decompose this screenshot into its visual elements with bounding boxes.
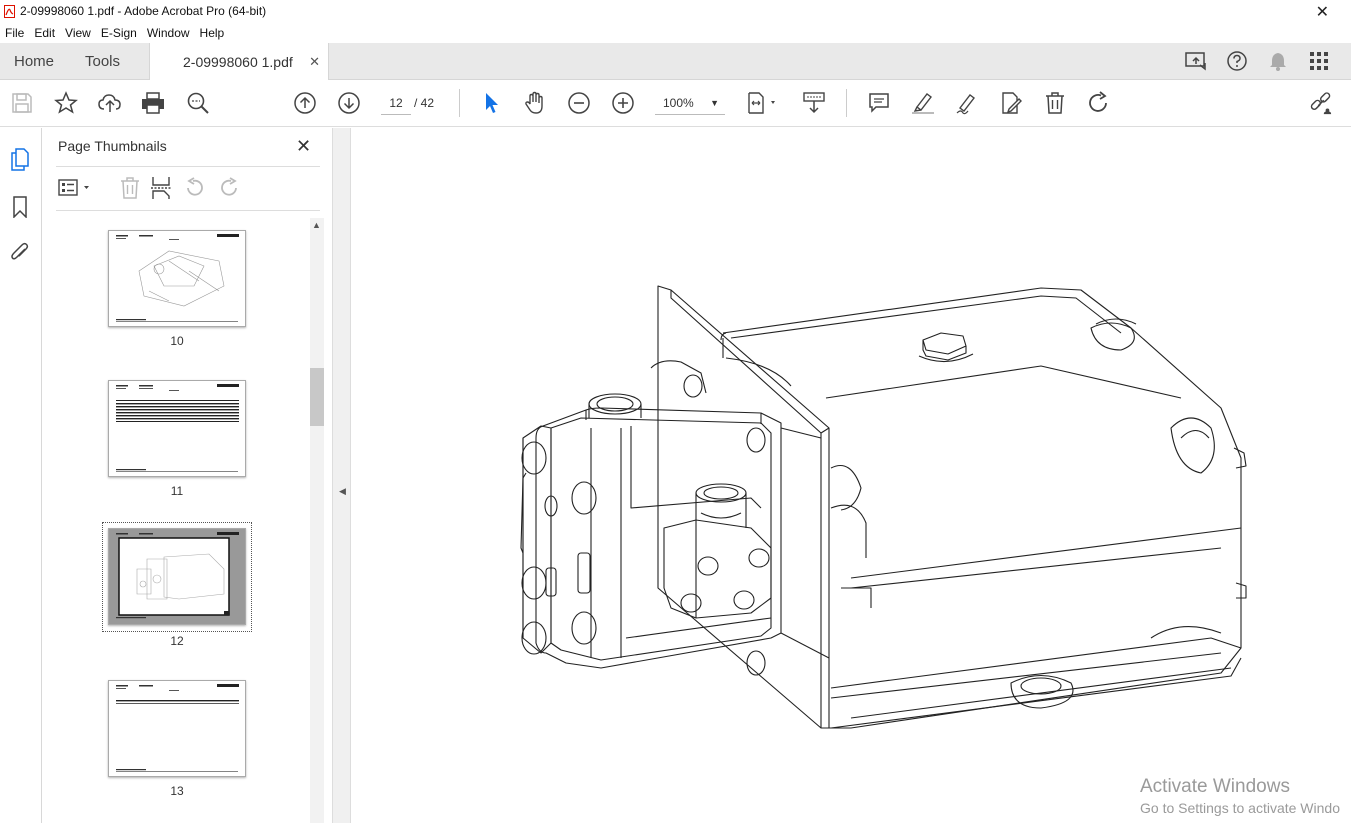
edit-document-icon[interactable] xyxy=(999,91,1023,115)
zoom-level-select[interactable]: 100% ▼ xyxy=(655,91,725,115)
highlight-pen-icon[interactable] xyxy=(911,91,935,115)
thumbnail-list: 10 11 12 13 xyxy=(42,220,312,823)
menu-esign[interactable]: E-Sign xyxy=(96,26,142,40)
share-link-icon[interactable] xyxy=(1309,91,1333,115)
bookmark-star-icon[interactable] xyxy=(54,91,78,115)
zoom-search-icon[interactable] xyxy=(186,91,210,115)
menu-window[interactable]: Window xyxy=(142,26,195,40)
print-icon[interactable] xyxy=(141,91,165,115)
watermark-line1: Activate Windows xyxy=(1140,776,1290,797)
page-number-input[interactable]: 12 xyxy=(381,91,411,115)
acrobat-app-icon xyxy=(3,4,15,18)
options-menu-icon[interactable] xyxy=(58,178,94,203)
thumbnail-scrollbar-thumb[interactable] xyxy=(310,368,324,426)
menu-file[interactable]: File xyxy=(0,26,29,40)
delete-page-icon[interactable] xyxy=(119,176,141,205)
upload-cloud-icon[interactable] xyxy=(98,91,122,115)
previous-page-icon[interactable] xyxy=(293,91,317,115)
toolbar-separator xyxy=(459,89,460,117)
title-bar: 2-09998060 1.pdf - Adobe Acrobat Pro (64… xyxy=(0,0,1351,22)
insert-page-icon[interactable] xyxy=(150,176,172,205)
toolbar-separator xyxy=(846,89,847,117)
thumbnail-page-number: 10 xyxy=(170,334,184,348)
scroll-mode-icon[interactable] xyxy=(802,91,826,115)
comment-icon[interactable] xyxy=(867,91,891,115)
divider xyxy=(56,210,320,211)
zoom-out-icon[interactable] xyxy=(567,91,591,115)
thumbnail-scrollbar[interactable] xyxy=(310,218,324,823)
page-total: / 42 xyxy=(414,96,435,110)
share-screen-icon[interactable] xyxy=(1184,49,1208,73)
next-page-icon[interactable] xyxy=(337,91,361,115)
tab-bar: Home Tools 2-09998060 1.pdf ✕ xyxy=(0,43,1351,81)
bookmarks-icon[interactable] xyxy=(9,195,31,219)
chevron-down-icon: ▼ xyxy=(710,98,719,108)
tab-home[interactable]: Home xyxy=(14,43,54,80)
attachments-paperclip-icon[interactable] xyxy=(9,240,31,264)
delete-trash-icon[interactable] xyxy=(1043,91,1067,115)
scroll-up-arrow-icon[interactable]: ▲ xyxy=(312,220,321,230)
watermark-line2: Go to Settings to activate Windo xyxy=(1140,800,1340,816)
tab-document-label: 2-09998060 1.pdf xyxy=(183,54,293,70)
thumbnail-page-number: 12 xyxy=(170,634,184,648)
window-title: 2-09998060 1.pdf - Adobe Acrobat Pro (64… xyxy=(20,4,267,18)
document-view[interactable] xyxy=(351,128,1351,823)
divider xyxy=(56,166,320,167)
rotate-icon[interactable] xyxy=(1087,91,1111,115)
apps-grid-icon[interactable] xyxy=(1307,49,1331,73)
page-thumbnails-icon[interactable] xyxy=(9,148,31,172)
page-thumbnails-panel: Page Thumbnails ✕ 10 11 12 13 ▲ xyxy=(42,128,332,823)
collapse-panel-arrow-icon[interactable]: ◀ xyxy=(339,486,346,497)
panel-title: Page Thumbnails xyxy=(58,138,167,154)
page-thumbnail[interactable] xyxy=(108,380,246,477)
navigation-rail xyxy=(0,128,42,823)
tab-tools[interactable]: Tools xyxy=(85,43,120,80)
help-icon[interactable] xyxy=(1225,49,1249,73)
close-panel-icon[interactable]: ✕ xyxy=(296,136,311,157)
rotate-counterclockwise-icon[interactable] xyxy=(184,177,206,204)
activate-windows-watermark: Activate Windows Go to Settings to activ… xyxy=(1140,776,1340,816)
close-tab-icon[interactable]: ✕ xyxy=(309,54,320,70)
zoom-level-value: 100% xyxy=(663,96,694,110)
select-cursor-icon[interactable] xyxy=(479,91,503,115)
hand-tool-icon[interactable] xyxy=(523,91,547,115)
thumbnail-page-number: 13 xyxy=(170,784,184,798)
notifications-bell-icon[interactable] xyxy=(1266,49,1290,73)
menu-view[interactable]: View xyxy=(60,26,96,40)
thumbnail-page-number: 11 xyxy=(170,484,184,498)
pump-technical-drawing xyxy=(520,285,1247,729)
menu-help[interactable]: Help xyxy=(195,26,230,40)
rotate-clockwise-icon[interactable] xyxy=(218,177,240,204)
page-fit-icon[interactable] xyxy=(746,91,780,115)
page-thumbnail[interactable] xyxy=(108,680,246,777)
window-close-icon[interactable]: ✕ xyxy=(1316,2,1329,22)
menu-edit[interactable]: Edit xyxy=(29,26,60,40)
page-thumbnail[interactable] xyxy=(108,230,246,327)
tab-document[interactable]: 2-09998060 1.pdf ✕ xyxy=(149,43,329,81)
panel-splitter[interactable]: ◀ xyxy=(332,128,351,823)
draw-pen-icon[interactable] xyxy=(955,91,979,115)
page-thumbnail-current[interactable] xyxy=(108,528,246,625)
menu-bar: File Edit View E-Sign Window Help xyxy=(0,22,1351,43)
save-icon[interactable] xyxy=(10,91,34,115)
zoom-in-icon[interactable] xyxy=(611,91,635,115)
